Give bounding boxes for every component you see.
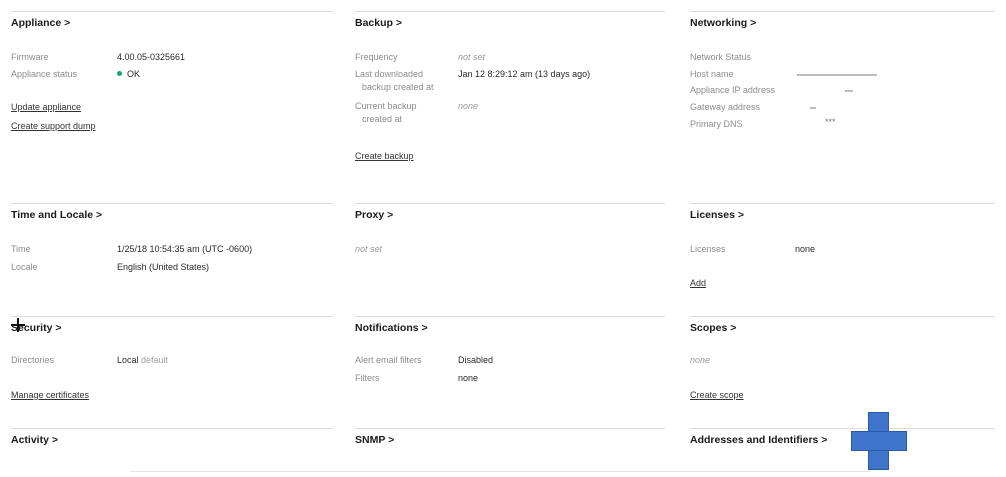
divider (690, 203, 995, 204)
last-downloaded-label: Last downloaded (355, 69, 424, 79)
frequency-label: Frequency (355, 52, 398, 62)
bottom-divider (130, 471, 870, 472)
activity-panel: Activity > (11, 428, 333, 458)
time-value: 1/25/18 10:54:35 am (UTC -0600) (117, 244, 253, 254)
manage-certificates-link[interactable]: Manage certificates (11, 390, 89, 400)
activity-title-link[interactable]: Activity > (11, 434, 58, 446)
last-downloaded-label-2: backup created at (362, 82, 434, 92)
create-support-dump-link[interactable]: Create support dump (11, 121, 96, 131)
scopes-panel: Scopes > none Create scope (690, 316, 995, 406)
frequency-value: not set (458, 52, 486, 62)
scopes-title-link[interactable]: Scopes > (690, 322, 736, 334)
create-backup-link[interactable]: Create backup (355, 151, 414, 161)
divider (355, 316, 665, 317)
addresses-panel: Addresses and Identifiers > (690, 428, 995, 458)
primary-dns-label: Primary DNS (690, 119, 743, 129)
redacted-gateway (810, 107, 816, 109)
alert-email-filters-value: Disabled (458, 355, 494, 365)
networking-title-link[interactable]: Networking > (690, 17, 756, 29)
divider (11, 428, 333, 429)
notifications-title-link[interactable]: Notifications > (355, 322, 428, 334)
notifications-panel: Notifications > Alert email filters Disa… (355, 316, 665, 406)
proxy-panel: Proxy > not set (355, 203, 665, 293)
appliance-title-link[interactable]: Appliance > (11, 17, 70, 29)
time-locale-title-link[interactable]: Time and Locale > (11, 209, 102, 221)
blue-cross-icon (851, 412, 907, 470)
filters-label: Filters (355, 373, 380, 383)
proxy-title-link[interactable]: Proxy > (355, 209, 393, 221)
status-text: OK (127, 69, 141, 79)
divider (355, 203, 665, 204)
backup-title-link[interactable]: Backup > (355, 17, 402, 29)
locale-label: Locale (11, 262, 38, 272)
divider (11, 11, 333, 12)
licenses-title-link[interactable]: Licenses > (690, 209, 744, 221)
crosshair-cursor-icon (11, 318, 25, 332)
time-label: Time (11, 244, 31, 254)
licenses-value: none (795, 244, 816, 254)
appliance-panel: Appliance > Firmware 4.00.05-0325661 App… (11, 11, 333, 151)
firmware-label: Firmware (11, 52, 49, 62)
redacted-host-name (797, 74, 877, 76)
current-backup-label: Current backup (355, 101, 417, 111)
licenses-panel: Licenses > Licenses none Add (690, 203, 995, 293)
directories-label: Directories (11, 355, 55, 365)
divider (11, 316, 333, 317)
divider (355, 428, 665, 429)
licenses-label: Licenses (690, 244, 726, 254)
filters-value: none (458, 373, 479, 383)
last-downloaded-value: Jan 12 8:29:12 am (13 days ago) (458, 69, 591, 79)
scopes-value: none (690, 355, 711, 365)
locale-value: English (United States) (117, 262, 210, 272)
appliance-status-value: OK (117, 68, 140, 80)
redacted-ip (845, 90, 853, 92)
add-license-link[interactable]: Add (690, 278, 706, 288)
proxy-value: not set (355, 244, 383, 254)
divider (11, 203, 333, 204)
gateway-label: Gateway address (690, 102, 761, 112)
update-appliance-link[interactable]: Update appliance (11, 102, 81, 112)
divider (690, 428, 995, 429)
appliance-status-label: Appliance status (11, 69, 78, 79)
security-panel: Security > Directories Local default Man… (11, 316, 333, 406)
network-status-label: Network Status (690, 52, 752, 62)
alert-email-filters-label: Alert email filters (355, 355, 422, 365)
current-backup-label-2: created at (362, 114, 403, 124)
host-name-label: Host name (690, 69, 734, 79)
directories-local: Local (117, 355, 139, 365)
appliance-ip-label: Appliance IP address (690, 85, 775, 95)
firmware-value: 4.00.05-0325661 (117, 52, 186, 62)
directories-default: default (141, 355, 169, 365)
time-locale-panel: Time and Locale > Time 1/25/18 10:54:35 … (11, 203, 333, 293)
directories-value: Local default (117, 354, 168, 366)
divider (690, 11, 995, 12)
primary-dns-value: *** (825, 117, 836, 127)
addresses-identifiers-title-link[interactable]: Addresses and Identifiers > (690, 434, 827, 446)
divider (690, 316, 995, 317)
status-ok-icon (117, 71, 122, 77)
backup-panel: Backup > Frequency not set Last download… (355, 11, 665, 171)
snmp-title-link[interactable]: SNMP > (355, 434, 394, 446)
networking-panel: Networking > Network Status Host name Ap… (690, 11, 995, 151)
current-backup-value: none (458, 101, 479, 111)
snmp-panel: SNMP > (355, 428, 665, 458)
divider (355, 11, 665, 12)
create-scope-link[interactable]: Create scope (690, 390, 744, 400)
